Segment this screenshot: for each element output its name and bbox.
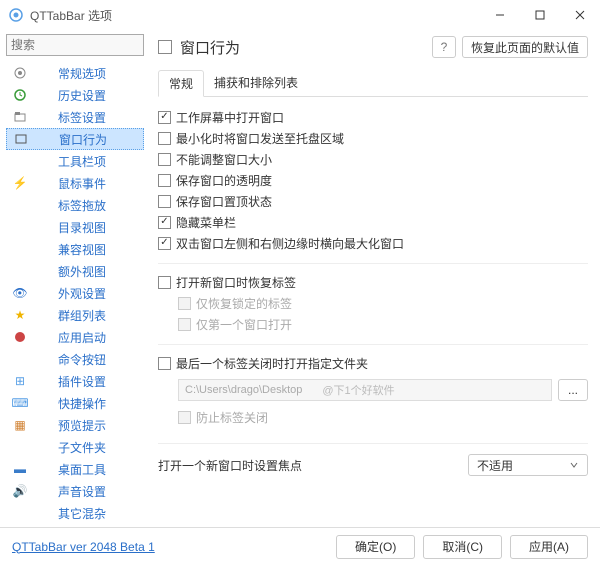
- chevron-down-icon: [569, 460, 579, 470]
- cb-first-window-only: [178, 318, 191, 331]
- preview-icon: ▦: [12, 417, 28, 433]
- cb-restore-tabs[interactable]: [158, 276, 171, 289]
- maximize-button[interactable]: [520, 0, 560, 30]
- extra-icon: [12, 263, 28, 279]
- nav-compat[interactable]: 兼容视图: [6, 238, 144, 260]
- desktop-icon: ▬: [12, 461, 28, 477]
- gear-icon: [12, 65, 28, 81]
- sound-icon: 🔊: [12, 483, 28, 499]
- misc-icon: [12, 505, 28, 521]
- window-icon: [13, 131, 29, 147]
- app-icon2: [12, 329, 28, 345]
- nav-apps[interactable]: 应用启动: [6, 326, 144, 348]
- subfolder-icon: [12, 439, 28, 455]
- focus-label: 打开一个新窗口时设置焦点: [158, 457, 468, 474]
- nav-toolbar[interactable]: 工具栏项: [6, 150, 144, 172]
- nav-desktop[interactable]: ▬桌面工具: [6, 458, 144, 480]
- nav-extra[interactable]: 额外视图: [6, 260, 144, 282]
- cb-minimize-tray[interactable]: [158, 132, 171, 145]
- cb-open-on-workscreen[interactable]: [158, 111, 171, 124]
- eye-icon: 👁: [12, 285, 28, 301]
- tabs: 常规 捕获和排除列表: [158, 70, 588, 97]
- nav-subfolder[interactable]: 子文件夹: [6, 436, 144, 458]
- nav-groups[interactable]: ★群组列表: [6, 304, 144, 326]
- cb-dblclick-edge-max[interactable]: [158, 237, 171, 250]
- cb-no-resize[interactable]: [158, 153, 171, 166]
- nav-dragdrop[interactable]: 标签拖放: [6, 194, 144, 216]
- content-panel: 窗口行为 ? 恢复此页面的默认值 常规 捕获和排除列表 工作屏幕中打开窗口 最小…: [150, 30, 600, 535]
- cb-restore-locked-only: [178, 297, 191, 310]
- cb-open-on-last-close[interactable]: [158, 357, 171, 370]
- nav-preview[interactable]: ▦预览提示: [6, 414, 144, 436]
- cb-save-opacity[interactable]: [158, 174, 171, 187]
- cb-prevent-close: [178, 411, 191, 424]
- folder-path-input: C:\Users\drago\Desktop@下1个好软件: [178, 379, 552, 401]
- window-title: QTTabBar 选项: [30, 7, 480, 24]
- cb-save-topmost[interactable]: [158, 195, 171, 208]
- close-button[interactable]: [560, 0, 600, 30]
- header-checkbox[interactable]: [158, 40, 172, 54]
- nav-tabs[interactable]: 标签设置: [6, 106, 144, 128]
- nav-list: 常规选项 历史设置 标签设置 窗口行为 工具栏项 ⚡鼠标事件 标签拖放 目录视图…: [6, 62, 144, 524]
- footer: QTTabBar ver 2048 Beta 1 确定(O) 取消(C) 应用(…: [0, 527, 600, 565]
- sidebar: 常规选项 历史设置 标签设置 窗口行为 工具栏项 ⚡鼠标事件 标签拖放 目录视图…: [0, 30, 150, 535]
- browse-button[interactable]: ...: [558, 379, 588, 401]
- toolbar-icon: [12, 153, 28, 169]
- tab-icon: [12, 109, 28, 125]
- nav-sound[interactable]: 🔊声音设置: [6, 480, 144, 502]
- cmd-icon: [12, 351, 28, 367]
- keyboard-icon: ⌨: [12, 395, 28, 411]
- focus-combo[interactable]: 不适用: [468, 454, 588, 476]
- nav-history[interactable]: 历史设置: [6, 84, 144, 106]
- drag-icon: [12, 197, 28, 213]
- nav-mouse[interactable]: ⚡鼠标事件: [6, 172, 144, 194]
- nav-cmdbtn[interactable]: 命令按钮: [6, 348, 144, 370]
- nav-general[interactable]: 常规选项: [6, 62, 144, 84]
- search-input[interactable]: [6, 34, 144, 56]
- version-link[interactable]: QTTabBar ver 2048 Beta 1: [12, 540, 328, 554]
- ok-button[interactable]: 确定(O): [336, 535, 415, 559]
- cancel-button[interactable]: 取消(C): [423, 535, 502, 559]
- help-button[interactable]: ?: [432, 36, 456, 58]
- restore-defaults-button[interactable]: 恢复此页面的默认值: [462, 36, 588, 58]
- titlebar: QTTabBar 选项: [0, 0, 600, 30]
- minimize-button[interactable]: [480, 0, 520, 30]
- nav-window-behavior[interactable]: 窗口行为: [6, 128, 144, 150]
- nav-plugins[interactable]: ⊞插件设置: [6, 370, 144, 392]
- apply-button[interactable]: 应用(A): [510, 535, 588, 559]
- app-icon: [8, 7, 24, 23]
- bolt-icon: ⚡: [12, 175, 28, 191]
- nav-appearance[interactable]: 👁外观设置: [6, 282, 144, 304]
- cb-hide-menubar[interactable]: [158, 216, 171, 229]
- nav-dirview[interactable]: 目录视图: [6, 216, 144, 238]
- nav-shortcuts[interactable]: ⌨快捷操作: [6, 392, 144, 414]
- plugin-icon: ⊞: [12, 373, 28, 389]
- tab-capture-exclude[interactable]: 捕获和排除列表: [204, 70, 308, 96]
- history-icon: [12, 87, 28, 103]
- compat-icon: [12, 241, 28, 257]
- tab-general[interactable]: 常规: [158, 70, 204, 97]
- folder-icon: [12, 219, 28, 235]
- star-icon: ★: [12, 307, 28, 323]
- nav-misc[interactable]: 其它混杂: [6, 502, 144, 524]
- page-title: 窗口行为: [180, 37, 432, 58]
